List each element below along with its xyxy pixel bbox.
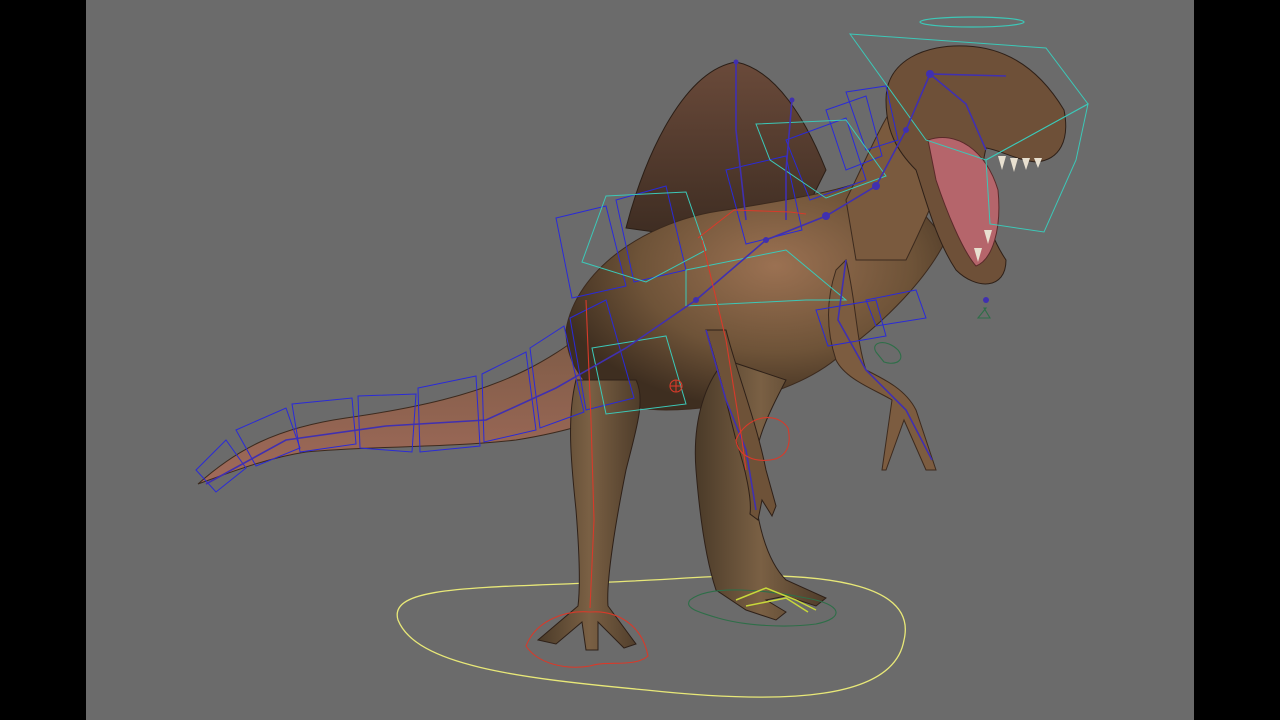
scene-canvas	[195, 16, 1089, 698]
ground-control-curve[interactable]	[396, 575, 906, 698]
letterbox-right	[1194, 0, 1280, 720]
3d-viewport[interactable]	[86, 0, 1194, 720]
head-halo-control[interactable]	[919, 16, 1025, 28]
video-frame	[0, 0, 1280, 720]
letterbox-left	[0, 0, 86, 720]
